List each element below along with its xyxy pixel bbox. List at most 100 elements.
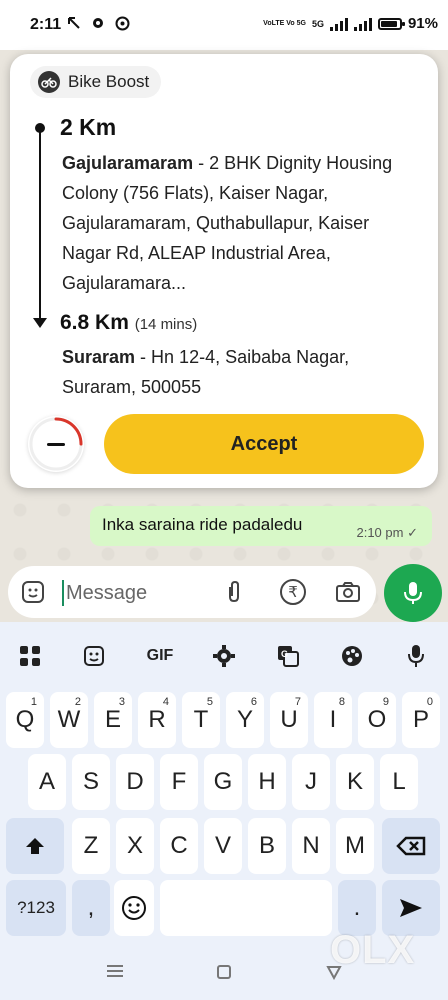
recents-icon[interactable] [106,964,126,980]
key-b[interactable]: B [248,818,286,874]
voice-record-button[interactable] [384,564,442,622]
key-q[interactable]: Q1 [6,692,44,748]
key-i[interactable]: I8 [314,692,352,748]
battery-icon [377,17,405,30]
key-label: R [148,706,166,733]
key-label: Q [15,706,35,733]
emoji-icon [122,896,146,920]
comma-key[interactable]: , [72,880,110,936]
keyboard-toolbar: GIF G [0,622,448,686]
key-x[interactable]: X [116,818,154,874]
drop-place: Suraram [62,347,136,367]
key-number-hint: 8 [338,696,345,708]
chat-notification-icon [114,15,130,31]
key-label: V [214,832,231,859]
key-label: O [367,706,387,733]
backspace-key[interactable] [382,818,440,874]
drop-distance-row: 6.8 Km (14 mins) [60,311,197,335]
key-g[interactable]: G [204,754,242,810]
key-label: X [126,832,143,859]
apps-grid-icon[interactable] [16,642,44,670]
key-e[interactable]: E3 [94,692,132,748]
voice-typing-mic-icon[interactable] [402,642,430,670]
battery-level [380,20,398,27]
outgoing-message[interactable]: Inka saraina ride padaledu 2:10 pm ✓ [90,506,432,546]
service-chip: Bike Boost [30,66,162,98]
key-d[interactable]: D [116,754,154,810]
key-s[interactable]: S [72,754,110,810]
app-notification-icon [90,15,106,31]
symbols-key[interactable]: ?123 [6,880,66,936]
camera-icon[interactable] [334,580,362,604]
space-key[interactable] [160,880,332,936]
key-number-hint: 9 [382,696,389,708]
accept-button[interactable]: Accept [104,414,424,474]
attach-icon[interactable] [222,579,246,605]
key-label: U [280,706,298,733]
key-w[interactable]: W2 [50,692,88,748]
key-label: N [302,832,320,859]
ride-request-card: Bike Boost 2 Km Gajularamaram - 2 BHK Di… [10,54,438,488]
key-m[interactable]: M [336,818,374,874]
gif-button[interactable]: GIF [144,642,176,670]
payment-icon[interactable]: ₹ [280,579,306,605]
pickup-address-text: - 2 BHK Dignity Housing Colony (756 Flat… [62,153,393,293]
translate-icon[interactable]: G [274,642,302,670]
route-line [39,132,41,322]
missed-call-icon [66,15,82,31]
key-f[interactable]: F [160,754,198,810]
key-label: L [392,768,406,795]
svg-text:G: G [281,649,288,659]
key-c[interactable]: C [160,818,198,874]
theme-palette-icon[interactable] [338,642,366,670]
key-u[interactable]: U7 [270,692,308,748]
key-label: P [412,706,429,733]
key-label: I [329,706,337,733]
key-label: E [104,706,121,733]
message-input[interactable]: Message [62,580,147,606]
key-z[interactable]: Z [72,818,110,874]
key-label: J [305,768,317,795]
key-label: K [346,768,363,795]
shift-arrow-icon [26,838,44,854]
key-h[interactable]: H [248,754,286,810]
battery-percent: 91% [407,15,438,32]
key-number-hint: 6 [250,696,257,708]
settings-gear-icon[interactable] [210,642,238,670]
key-k[interactable]: K [336,754,374,810]
key-j[interactable]: J [292,754,330,810]
key-number-hint: 2 [74,696,81,708]
key-v[interactable]: V [204,818,242,874]
key-number-hint: 5 [206,696,213,708]
sent-tick-icon: ✓ [407,525,418,540]
key-label: F [171,768,187,795]
key-a[interactable]: A [28,754,66,810]
key-label: D [126,768,144,795]
key-label: S [82,768,99,795]
pickup-distance: 2 Km [60,114,117,140]
drop-arrow-icon [33,318,47,328]
pickup-address: Gajularamaram - 2 BHK Dignity Housing Co… [62,148,422,298]
signal-2-icon [353,17,372,31]
backspace-icon [396,836,426,856]
key-y[interactable]: Y6 [226,692,264,748]
key-l[interactable]: L [380,754,418,810]
status-time: 2:11 [30,16,62,33]
key-number-hint: 7 [294,696,301,708]
key-number-hint: 3 [118,696,125,708]
key-p[interactable]: P0 [402,692,440,748]
sticker-icon[interactable] [20,579,46,605]
key-t[interactable]: T5 [182,692,220,748]
emoji-key[interactable] [114,880,154,936]
shift-key[interactable] [6,818,64,874]
home-icon[interactable] [216,964,236,980]
key-number-hint: 1 [30,696,37,708]
key-r[interactable]: R4 [138,692,176,748]
key-n[interactable]: N [292,818,330,874]
minus-icon [47,442,65,446]
decline-timer-button[interactable] [28,416,84,472]
message-time: 2:10 pm [356,525,404,540]
key-o[interactable]: O9 [358,692,396,748]
key-label: G [213,768,233,795]
sticker-keyboard-icon[interactable] [80,642,108,670]
